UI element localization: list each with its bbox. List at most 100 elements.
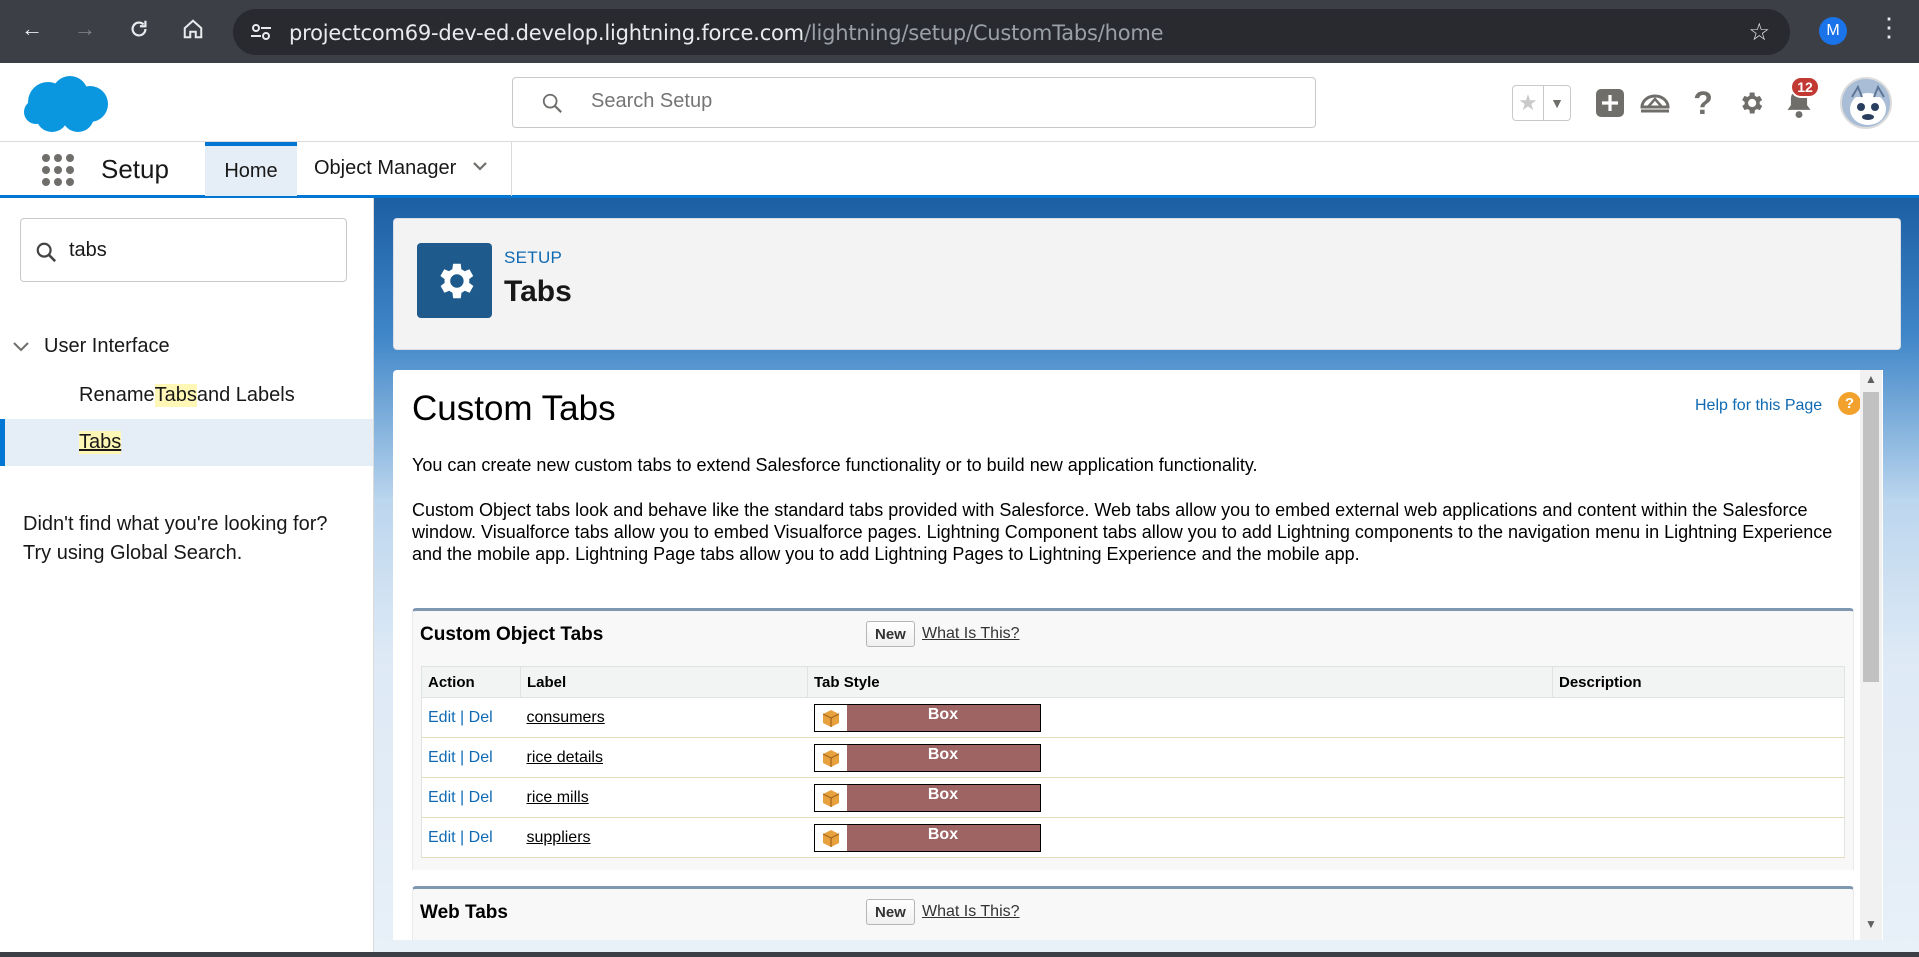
tree-node-label: User Interface — [44, 335, 170, 357]
quick-find-box[interactable] — [20, 218, 347, 282]
del-link[interactable]: Del — [469, 709, 493, 726]
scroll-up-icon[interactable]: ▲ — [1865, 372, 1877, 386]
separator: | — [460, 748, 465, 766]
sidebar-item-rename-tabs-and-labels[interactable]: Rename Tabs and Labels — [0, 372, 373, 419]
search-icon — [36, 242, 57, 263]
tab-label-link[interactable]: consumers — [527, 709, 605, 726]
search-input[interactable] — [591, 90, 1191, 113]
column-header-action: Action — [421, 666, 521, 698]
label-cell: consumers — [520, 697, 808, 738]
del-link[interactable]: Del — [469, 829, 493, 846]
edit-link[interactable]: Edit — [428, 789, 456, 806]
action-cell: Edit | Del — [421, 737, 521, 778]
reload-icon[interactable] — [123, 13, 155, 45]
label-cell: rice mills — [520, 777, 808, 818]
what-is-this-link[interactable]: What Is This? — [922, 625, 1020, 643]
box-icon — [814, 784, 847, 811]
edit-link[interactable]: Edit — [428, 709, 456, 726]
tab-label-link[interactable]: rice details — [527, 749, 603, 766]
salesforce-logo[interactable] — [22, 72, 110, 136]
bookmark-star-icon[interactable]: ☆ — [1748, 18, 1770, 47]
action-cell: Edit | Del — [421, 697, 521, 738]
what-is-this-link[interactable]: What Is This? — [922, 903, 1020, 921]
setup-gear-icon[interactable] — [1734, 84, 1768, 122]
label-cell: rice details — [520, 737, 808, 778]
table-row: Edit | Del suppliers Box — [421, 817, 1845, 858]
chevron-down-icon[interactable]: ▼ — [1544, 86, 1570, 120]
edit-link[interactable]: Edit — [428, 829, 456, 846]
browser-menu-icon[interactable]: ⋮ — [1876, 14, 1902, 40]
help-circle-icon[interactable]: ? — [1838, 392, 1861, 415]
url-text: projectcom69-dev-ed.develop.lightning.fo… — [289, 21, 1164, 45]
new-web-tab-button[interactable]: New — [866, 899, 915, 925]
global-search-hint: Try using Global Search. — [23, 542, 243, 564]
scrollbar-thumb[interactable] — [1863, 392, 1879, 682]
page-header — [393, 218, 1901, 350]
app-launcher-icon[interactable] — [42, 154, 74, 186]
app-name: Setup — [101, 154, 169, 184]
column-header-tab-style: Tab Style — [807, 666, 1553, 698]
tab-style-cell: Box — [807, 777, 1553, 818]
setup-gear-icon — [417, 243, 492, 318]
quick-find-input[interactable] — [69, 239, 329, 262]
site-info-icon[interactable] — [249, 21, 273, 43]
del-link[interactable]: Del — [469, 789, 493, 806]
label-cell: suppliers — [520, 817, 808, 858]
address-bar[interactable]: projectcom69-dev-ed.develop.lightning.fo… — [233, 9, 1790, 55]
column-header-description: Description — [1552, 666, 1845, 698]
separator: | — [460, 828, 465, 846]
box-icon — [814, 744, 847, 771]
box-icon — [814, 704, 847, 731]
browser-toolbar: ← → projectcom69-dev-ed.develop.lightnin… — [0, 0, 1919, 63]
chevron-down-icon[interactable] — [470, 156, 490, 181]
description-text: Custom Object tabs look and behave like … — [412, 500, 1833, 564]
separator: | — [460, 788, 465, 806]
tab-style-cell: Box — [807, 817, 1553, 858]
tab-style-swatch: Box — [813, 703, 1041, 732]
tab-home[interactable]: Home — [205, 142, 297, 196]
edit-link[interactable]: Edit — [428, 749, 456, 766]
star-icon[interactable]: ★ — [1513, 86, 1544, 120]
description-cell — [1552, 737, 1845, 778]
user-avatar[interactable] — [1840, 77, 1892, 129]
not-found-message: Didn't find what you're looking for? Try… — [23, 510, 363, 568]
notification-count-badge: 12 — [1790, 76, 1820, 98]
tree-node-user-interface[interactable]: User Interface — [12, 335, 170, 358]
tab-label-link[interactable]: suppliers — [527, 829, 591, 846]
global-search[interactable] — [512, 77, 1316, 128]
scroll-down-icon[interactable]: ▼ — [1865, 917, 1877, 931]
content-heading: Custom Tabs — [412, 389, 616, 428]
home-icon[interactable] — [177, 13, 209, 45]
table-row: Edit | Del rice mills Box — [421, 777, 1845, 818]
tab-label-link[interactable]: rice mills — [527, 789, 589, 806]
action-cell: Edit | Del — [421, 777, 521, 818]
table-row: Edit | Del consumers Box — [421, 697, 1845, 738]
tab-object-manager[interactable]: Object Manager — [314, 157, 456, 180]
tab-style-name: Box — [846, 784, 1040, 811]
global-actions-icon[interactable] — [1594, 84, 1626, 122]
new-custom-object-tab-button[interactable]: New — [866, 621, 915, 647]
sidebar-item-label[interactable]: Tabs — [79, 431, 122, 454]
window-bottom-edge — [0, 952, 1919, 957]
content-scrollbar[interactable]: ▲ ▼ — [1860, 370, 1882, 940]
help-icon[interactable]: ? — [1688, 84, 1718, 122]
section-title: Custom Object Tabs — [420, 624, 604, 645]
help-for-this-page-link[interactable]: Help for this Page — [1695, 397, 1822, 415]
description-cell — [1552, 817, 1845, 858]
description-cell — [1552, 697, 1845, 738]
description-cell — [1552, 777, 1845, 818]
sidebar-item-tabs[interactable]: Tabs — [0, 419, 373, 466]
search-highlight: Tabs — [154, 384, 197, 407]
tab-style-cell: Box — [807, 737, 1553, 778]
del-link[interactable]: Del — [469, 749, 493, 766]
forward-icon[interactable]: → — [69, 13, 101, 45]
breadcrumb: SETUP — [504, 248, 563, 267]
browser-profile-avatar[interactable]: M — [1819, 17, 1847, 45]
tab-style-swatch: Box — [813, 823, 1041, 852]
setup-sidebar: User Interface Rename Tabs and Labels Ta… — [0, 198, 374, 957]
back-icon[interactable]: ← — [16, 13, 48, 45]
tab-style-name: Box — [846, 824, 1040, 851]
favorites-button[interactable]: ★ ▼ — [1512, 85, 1571, 121]
trailhead-guidance-icon[interactable] — [1638, 84, 1672, 122]
chevron-down-icon[interactable] — [12, 340, 30, 354]
